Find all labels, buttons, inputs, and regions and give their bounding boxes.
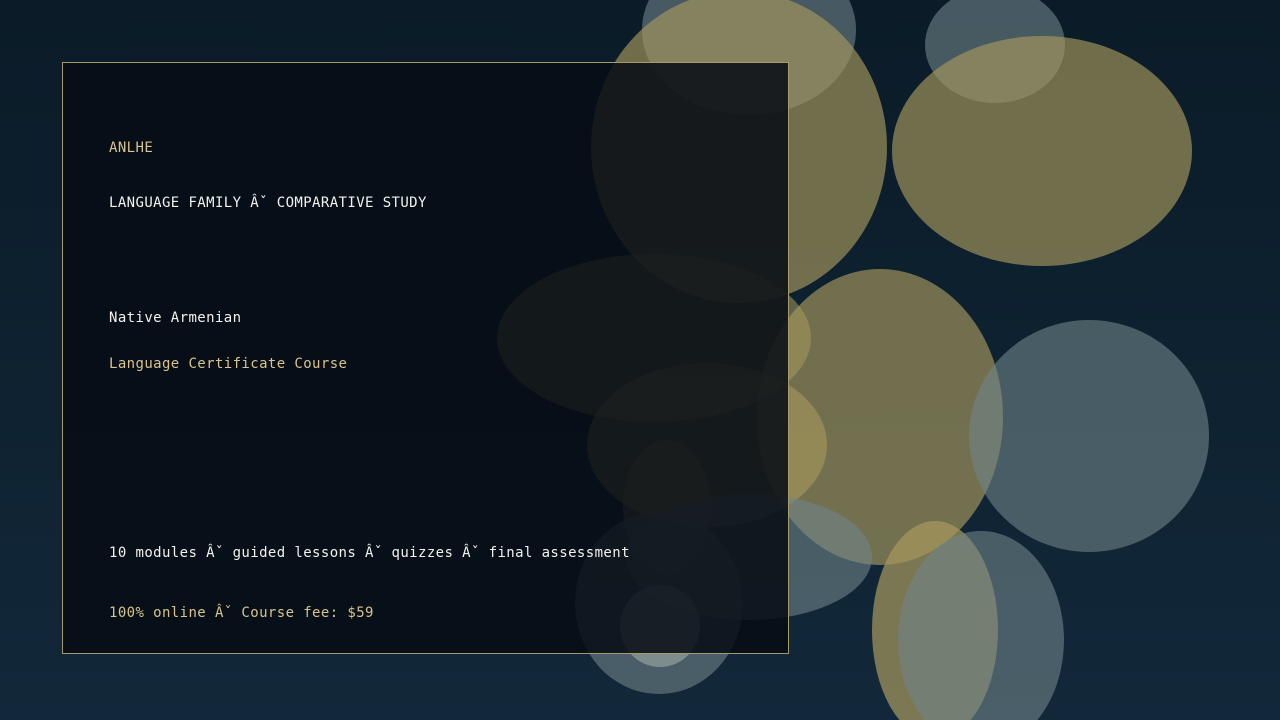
bokeh-circle bbox=[757, 269, 1003, 565]
course-title: Native Armenian bbox=[109, 310, 242, 326]
bokeh-circle bbox=[872, 521, 998, 720]
brand-name: ANLHE bbox=[109, 140, 154, 156]
bokeh-circle bbox=[898, 531, 1064, 720]
course-card: ANLHE LANGUAGE FAMILY Âˇ COMPARATIVE STU… bbox=[62, 62, 789, 654]
course-subtitle: Language Certificate Course bbox=[109, 356, 348, 372]
bokeh-circle bbox=[925, 0, 1065, 103]
course-pricing: 100% online Âˇ Course fee: $59 bbox=[109, 605, 374, 621]
bokeh-circle bbox=[892, 36, 1192, 266]
category-kicker: LANGUAGE FAMILY Âˇ COMPARATIVE STUDY bbox=[109, 195, 427, 211]
bokeh-circle bbox=[969, 320, 1209, 552]
course-features: 10 modules Âˇ guided lessons Âˇ quizzes … bbox=[109, 545, 630, 561]
